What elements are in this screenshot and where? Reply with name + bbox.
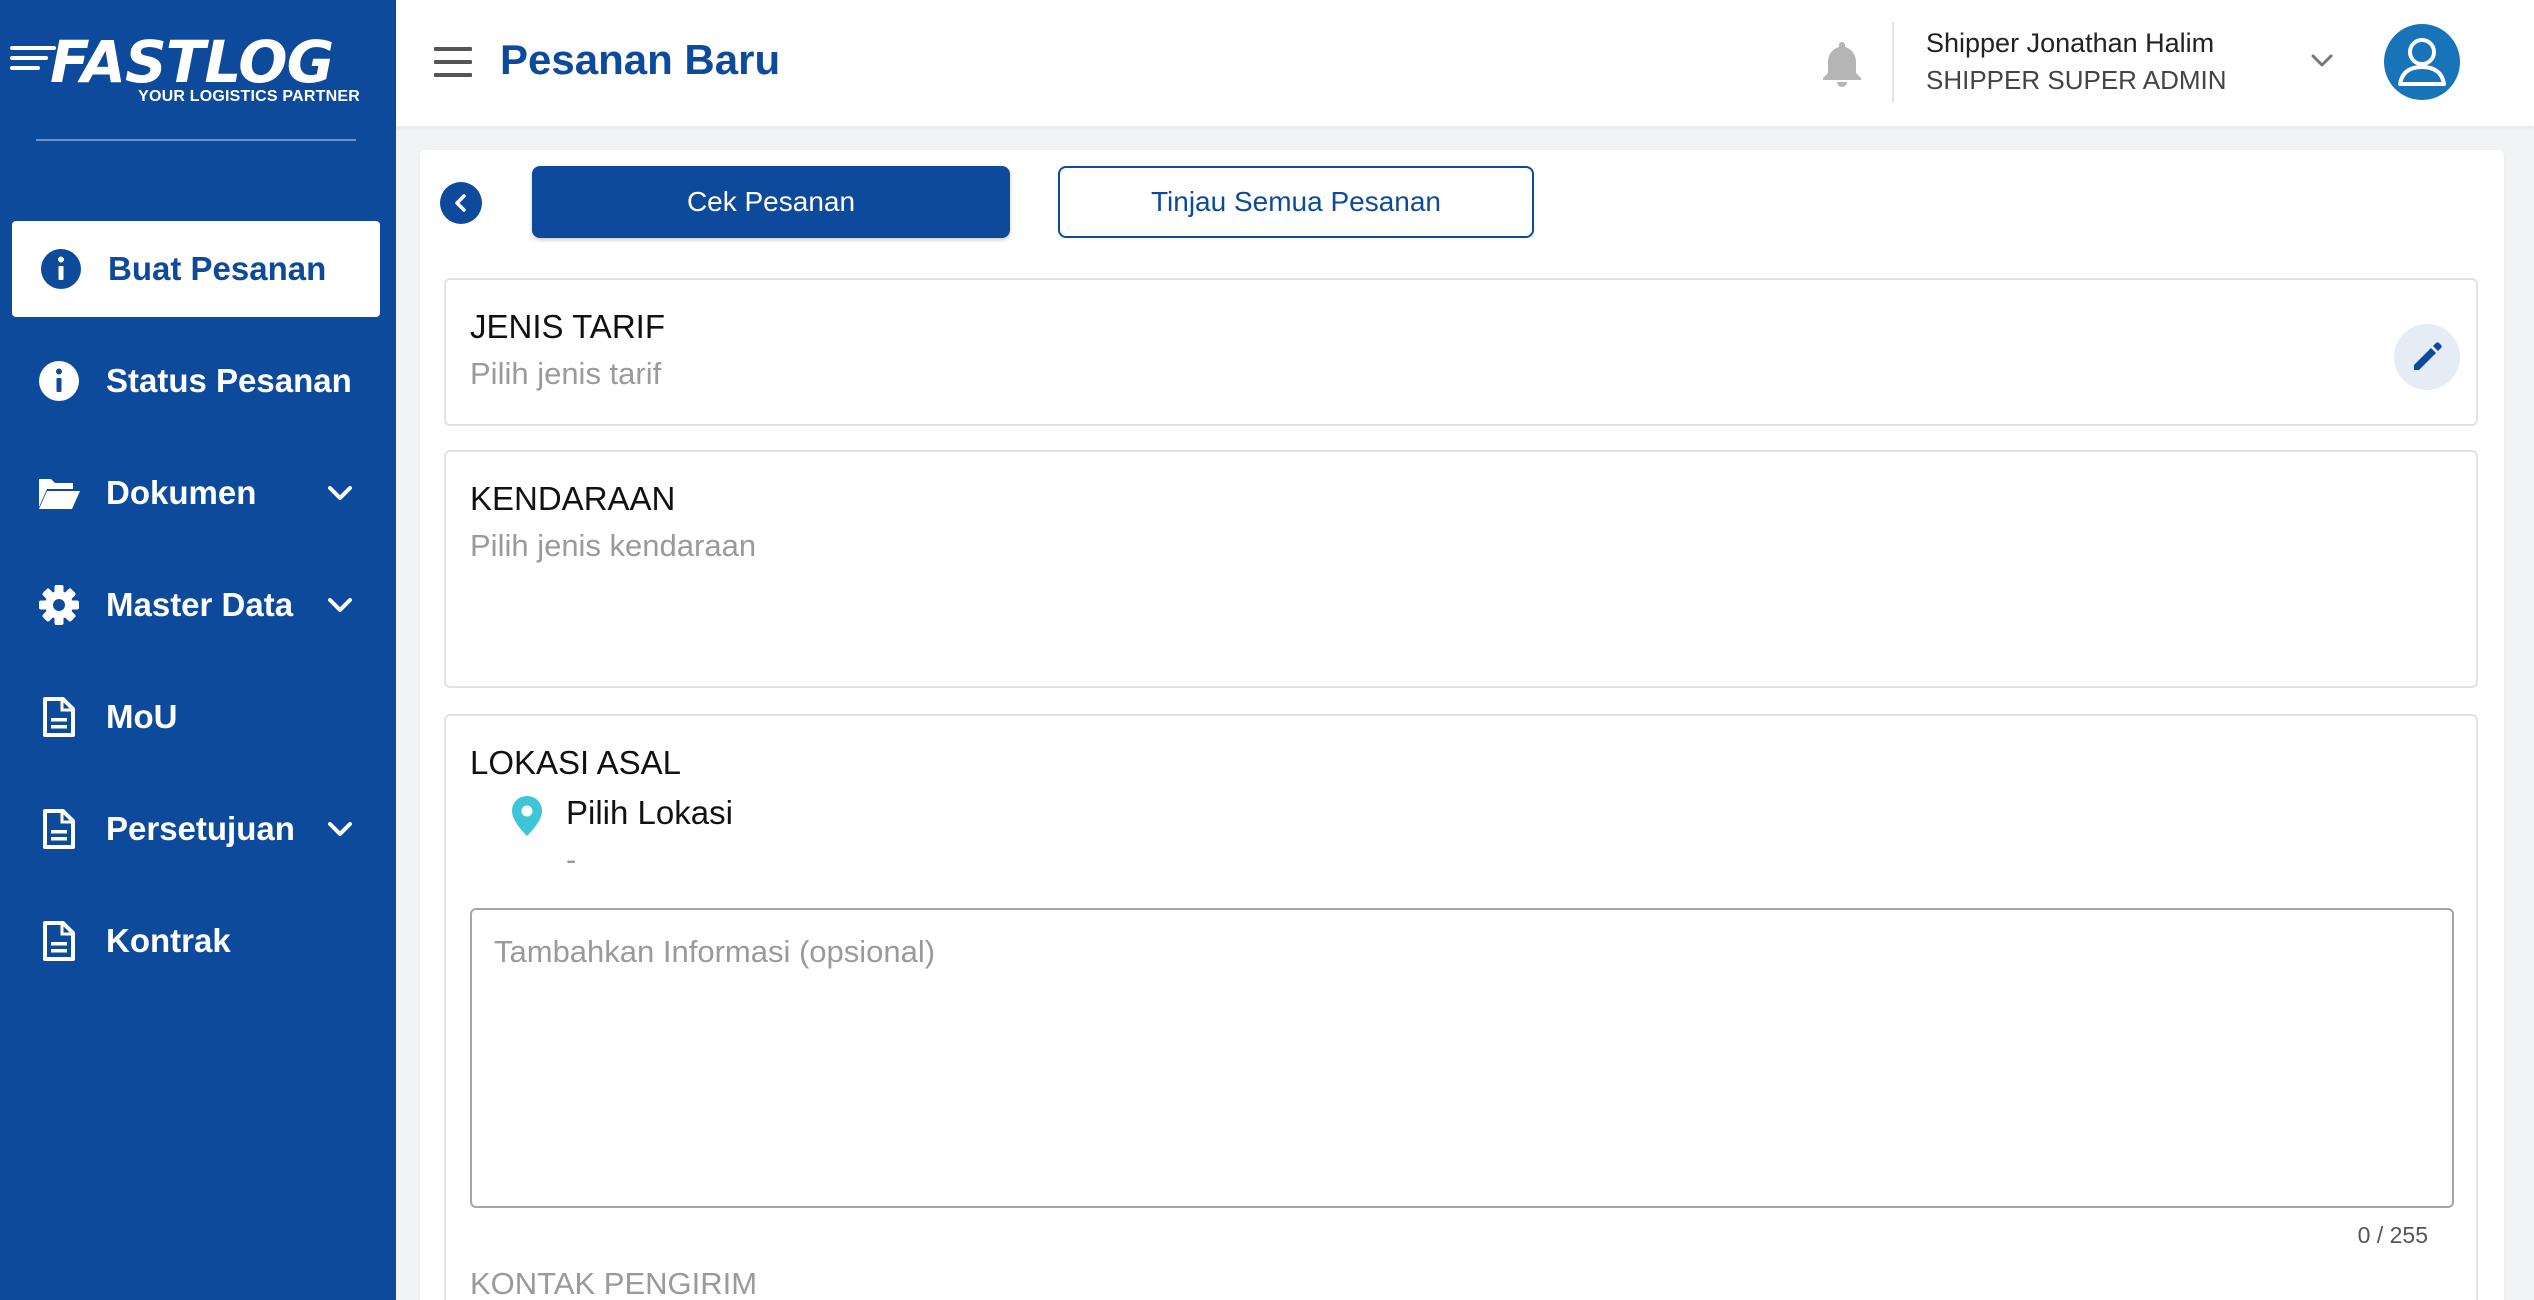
page-title: Pesanan Baru <box>500 36 781 83</box>
user-role: SHIPPER SUPER ADMIN <box>1926 65 2227 95</box>
review-all-orders-button[interactable]: Tinjau Semua Pesanan <box>1058 166 1534 238</box>
back-button[interactable] <box>440 182 482 224</box>
header-separator <box>1892 22 1894 102</box>
sidebar-item-kontrak[interactable]: Kontrak <box>0 893 396 989</box>
order-form-card: Cek Pesanan Tinjau Semua Pesanan JENIS T… <box>420 150 2504 1300</box>
check-order-button[interactable]: Cek Pesanan <box>532 166 1010 238</box>
user-name: Shipper Jonathan Halim <box>1926 28 2215 58</box>
bell-icon[interactable] <box>1820 38 1864 88</box>
edit-tariff-button[interactable] <box>2394 324 2460 390</box>
choose-location-link[interactable]: Pilih Lokasi <box>566 794 733 832</box>
sidebar-item-label: Buat Pesanan <box>108 250 327 287</box>
vehicle-placeholder: Pilih jenis kendaraan <box>470 528 757 563</box>
sender-contact-label: KONTAK PENGIRIM <box>470 1266 758 1300</box>
gear-icon <box>36 582 82 628</box>
sidebar-item-label: MoU <box>106 698 178 735</box>
document-icon <box>36 694 82 740</box>
document-icon <box>36 918 82 964</box>
info-icon <box>38 246 84 292</box>
chevron-left-icon <box>455 194 466 212</box>
info-icon <box>36 358 82 404</box>
additional-info-textarea[interactable] <box>470 908 2454 1208</box>
logo-text: FASTLOG <box>50 28 334 96</box>
char-counter: 0 / 255 <box>2357 1222 2428 1248</box>
fastlog-logo[interactable]: FASTLOG YOUR LOGISTICS PARTNER <box>10 28 360 118</box>
sidebar-item-status-pesanan[interactable]: Status Pesanan <box>0 333 396 429</box>
document-icon <box>36 806 82 852</box>
map-pin-icon <box>512 796 542 836</box>
sidebar-item-dokumen[interactable]: Dokumen <box>0 445 396 541</box>
vehicle-section[interactable]: KENDARAAN Pilih jenis kendaraan <box>444 450 2478 688</box>
sidebar-item-label: Master Data <box>106 586 294 623</box>
sidebar-item-persetujuan[interactable]: Persetujuan <box>0 781 396 877</box>
pencil-icon <box>2414 342 2442 370</box>
logo-tagline: YOUR LOGISTICS PARTNER <box>138 88 360 105</box>
chevron-down-icon <box>328 486 352 500</box>
user-icon <box>2398 38 2446 86</box>
location-value: - <box>566 842 577 877</box>
sidebar-nav: Buat Pesanan Status Pesanan Dokumen Mast… <box>0 221 396 1005</box>
sidebar-item-master-data[interactable]: Master Data <box>0 557 396 653</box>
chevron-down-icon[interactable] <box>2306 44 2338 76</box>
sidebar-item-label: Status Pesanan <box>106 362 352 399</box>
tariff-title: JENIS TARIF <box>470 308 665 345</box>
sidebar-divider <box>36 139 356 141</box>
tariff-placeholder: Pilih jenis tarif <box>470 356 662 391</box>
hamburger-menu-icon[interactable] <box>434 47 472 77</box>
sidebar-item-label: Persetujuan <box>106 810 295 847</box>
tariff-section[interactable]: JENIS TARIF Pilih jenis tarif <box>444 278 2478 426</box>
sidebar-item-buat-pesanan[interactable]: Buat Pesanan <box>12 221 380 317</box>
vehicle-title: KENDARAAN <box>470 480 676 517</box>
origin-location-title: LOKASI ASAL <box>470 744 681 781</box>
sidebar-item-mou[interactable]: MoU <box>0 669 396 765</box>
avatar[interactable] <box>2384 24 2460 100</box>
chevron-down-icon <box>328 598 352 612</box>
folder-open-icon <box>36 470 82 516</box>
top-header: Pesanan Baru Shipper Jonathan Halim SHIP… <box>396 0 2534 126</box>
sidebar-item-label: Dokumen <box>106 474 257 511</box>
origin-location-section: LOKASI ASAL Pilih Lokasi - 0 / 255 KONTA… <box>444 714 2478 1300</box>
chevron-down-icon <box>328 822 352 836</box>
sidebar-item-label: Kontrak <box>106 922 231 959</box>
sidebar: FASTLOG YOUR LOGISTICS PARTNER Buat Pesa… <box>0 0 396 1300</box>
